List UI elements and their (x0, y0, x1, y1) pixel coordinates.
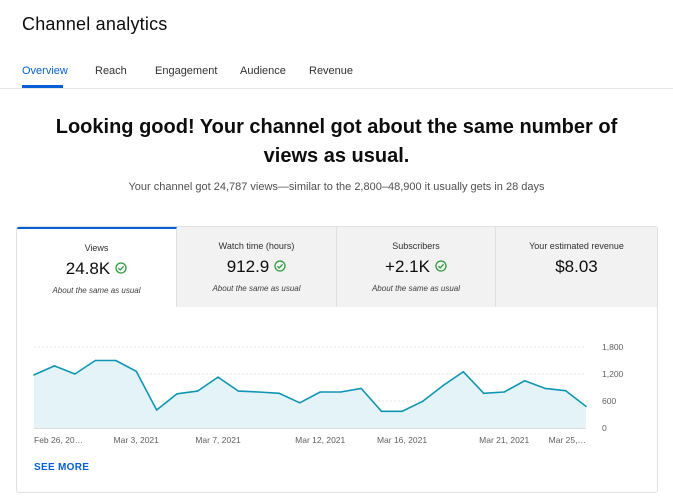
y-tick-label: 600 (602, 396, 616, 406)
data-point (319, 391, 322, 393)
data-point (176, 393, 178, 395)
views-chart[interactable]: 1,800 1,200 600 0 Feb 26, 20… Mar 3, 2021 Mar … (16, 330, 656, 452)
data-point (442, 384, 444, 387)
tab-overview[interactable]: Overview (22, 65, 68, 77)
tab-engagement[interactable]: Engagement (155, 65, 217, 77)
x-tick-label: Mar 25,… (549, 435, 586, 445)
metric-value: 912.9 (226, 257, 270, 276)
tab-reach[interactable]: Reach (95, 65, 127, 77)
data-point (462, 370, 465, 373)
x-tick-label: Feb 26, 20… (34, 435, 83, 445)
check-circle-icon (435, 260, 447, 272)
data-point (585, 405, 587, 408)
metric-label: Watch time (hours) (218, 241, 295, 251)
see-more-link[interactable]: SEE MORE (34, 462, 89, 473)
data-point (135, 370, 138, 373)
y-tick-label: 0 (602, 423, 607, 433)
tab-revenue[interactable]: Revenue (309, 65, 353, 77)
data-point (53, 365, 56, 367)
metric-note: About the same as usual (371, 284, 461, 293)
data-point (196, 390, 199, 392)
data-point (544, 387, 546, 390)
data-point (217, 376, 219, 378)
metric-note: About the same as usual (52, 286, 141, 295)
data-point (380, 410, 383, 413)
y-tick-label: 1,800 (602, 342, 624, 352)
summary-subline: Your channel got 24,787 views—similar to… (128, 181, 545, 193)
metric-tab-views[interactable]: Views 24.8K About the same as usual (17, 227, 177, 307)
check-circle-icon (115, 262, 127, 274)
data-point (503, 391, 506, 393)
data-point (94, 359, 97, 362)
tab-audience[interactable]: Audience (240, 65, 286, 77)
data-point (564, 389, 567, 392)
page-title: Channel analytics (22, 14, 168, 34)
data-point (258, 391, 260, 393)
metric-value: +2.1K (385, 257, 430, 276)
data-point (298, 402, 301, 404)
data-point (360, 387, 362, 390)
x-tick-label: Mar 16, 2021 (377, 435, 427, 445)
x-tick-label: Mar 12, 2021 (295, 435, 345, 445)
metric-value: 24.8K (65, 259, 111, 278)
metric-tab-watch-time[interactable]: Watch time (hours) 912.9 About the same … (177, 227, 337, 307)
data-point (339, 391, 342, 393)
data-point (401, 410, 403, 413)
metric-label: Views (84, 243, 109, 253)
metric-value-row: 912.9 (177, 257, 336, 277)
metric-value-row: 24.8K (17, 259, 176, 279)
metric-label: Subscribers (392, 241, 440, 251)
data-point (74, 373, 76, 375)
active-tab-indicator (22, 85, 63, 88)
data-point (237, 390, 240, 392)
summary-headline-line2: views as usual. (263, 145, 410, 167)
tab-bar: Overview Reach Engagement Audience Reven… (0, 60, 673, 89)
check-circle-icon (274, 260, 286, 272)
x-tick-label: Mar 7, 2021 (195, 435, 241, 445)
summary-headline: Looking good! Your channel got about the… (0, 113, 673, 171)
x-tick-label: Mar 3, 2021 (114, 435, 160, 445)
data-point (421, 400, 424, 403)
metric-value-row: +2.1K (337, 257, 495, 277)
data-point (155, 409, 158, 411)
metric-tab-subscribers[interactable]: Subscribers +2.1K About the same as usua… (337, 227, 496, 307)
metric-value-row: $8.03 (496, 257, 657, 277)
summary-headline-line1: Looking good! Your channel got about the… (55, 116, 618, 138)
metric-label: Your estimated revenue (529, 241, 624, 251)
metric-value: $8.03 (555, 257, 598, 276)
y-tick-label: 1,200 (602, 369, 624, 379)
data-point (482, 392, 485, 395)
series-area (34, 360, 586, 428)
metric-note: About the same as usual (212, 284, 301, 293)
data-point (33, 374, 35, 376)
data-point (523, 379, 526, 382)
metric-tab-revenue[interactable]: Your estimated revenue $8.03 (496, 227, 657, 307)
data-point (278, 392, 281, 395)
x-tick-label: Mar 21, 2021 (479, 435, 529, 445)
data-point (114, 359, 117, 362)
